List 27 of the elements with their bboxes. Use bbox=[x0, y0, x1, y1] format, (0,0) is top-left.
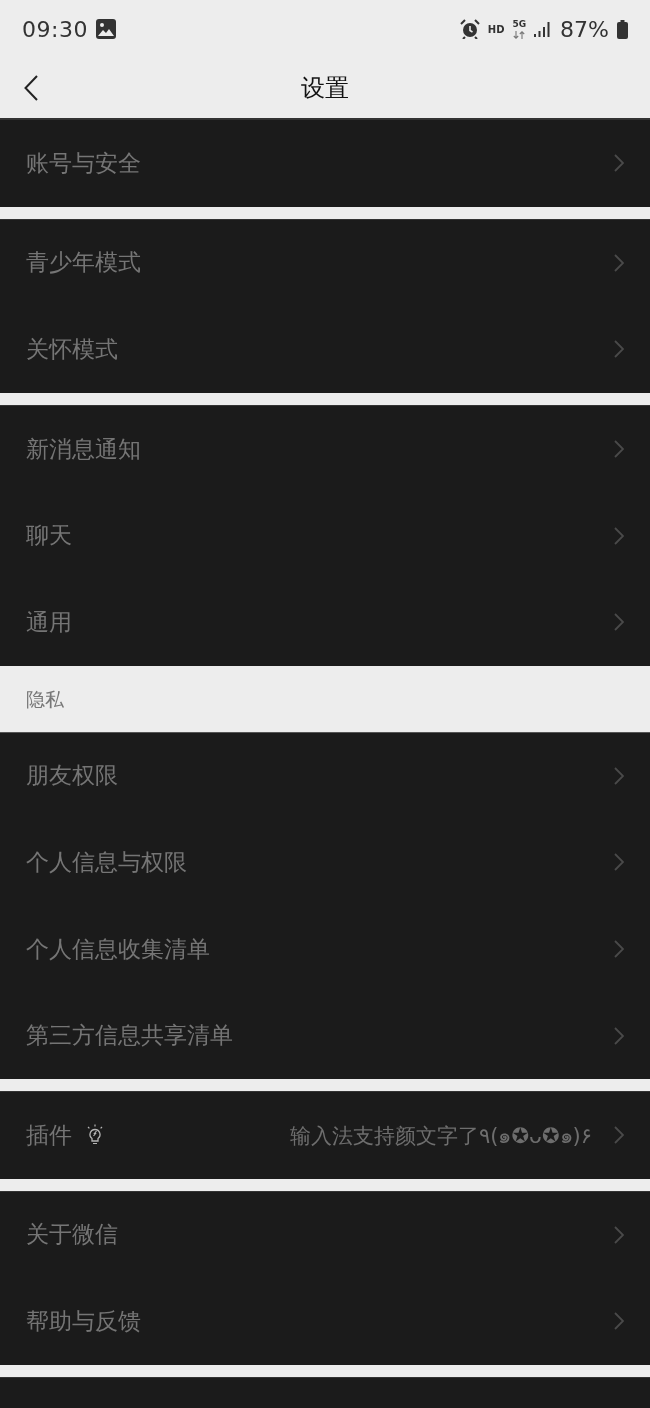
page-title: 设置 bbox=[301, 73, 349, 104]
chevron-right-icon bbox=[614, 253, 624, 272]
lightbulb-icon bbox=[86, 1124, 104, 1147]
chevron-right-icon bbox=[614, 766, 624, 785]
hd-indicator: HD bbox=[487, 23, 505, 35]
image-icon bbox=[95, 19, 116, 39]
alarm-clock-icon bbox=[459, 19, 480, 39]
chevron-right-icon bbox=[614, 853, 624, 872]
chevron-right-icon bbox=[614, 1312, 624, 1331]
section-header: 隐私 bbox=[0, 665, 650, 733]
chevron-right-icon bbox=[614, 1225, 624, 1244]
data-arrows-icon bbox=[513, 31, 526, 39]
chevron-right-icon bbox=[614, 940, 624, 959]
plugin-status-text: 输入法支持颜文字了٩(๑✪ᴗ✪๑)۶ bbox=[290, 1122, 592, 1150]
chevron-right-icon bbox=[614, 1026, 624, 1045]
clock-time: 09:30 bbox=[22, 16, 88, 42]
chevron-right-icon bbox=[614, 613, 624, 632]
network-type-text: 5G bbox=[512, 19, 527, 29]
chevron-right-icon bbox=[614, 340, 624, 359]
chevron-right-icon bbox=[614, 154, 624, 173]
chevron-right-icon bbox=[614, 1126, 624, 1145]
battery-percentage: 87% bbox=[560, 16, 609, 42]
chevron-right-icon bbox=[614, 526, 624, 545]
chevron-right-icon bbox=[614, 440, 624, 459]
battery-icon bbox=[617, 19, 628, 39]
signal-bars-icon bbox=[534, 21, 551, 37]
back-icon bbox=[24, 75, 38, 101]
